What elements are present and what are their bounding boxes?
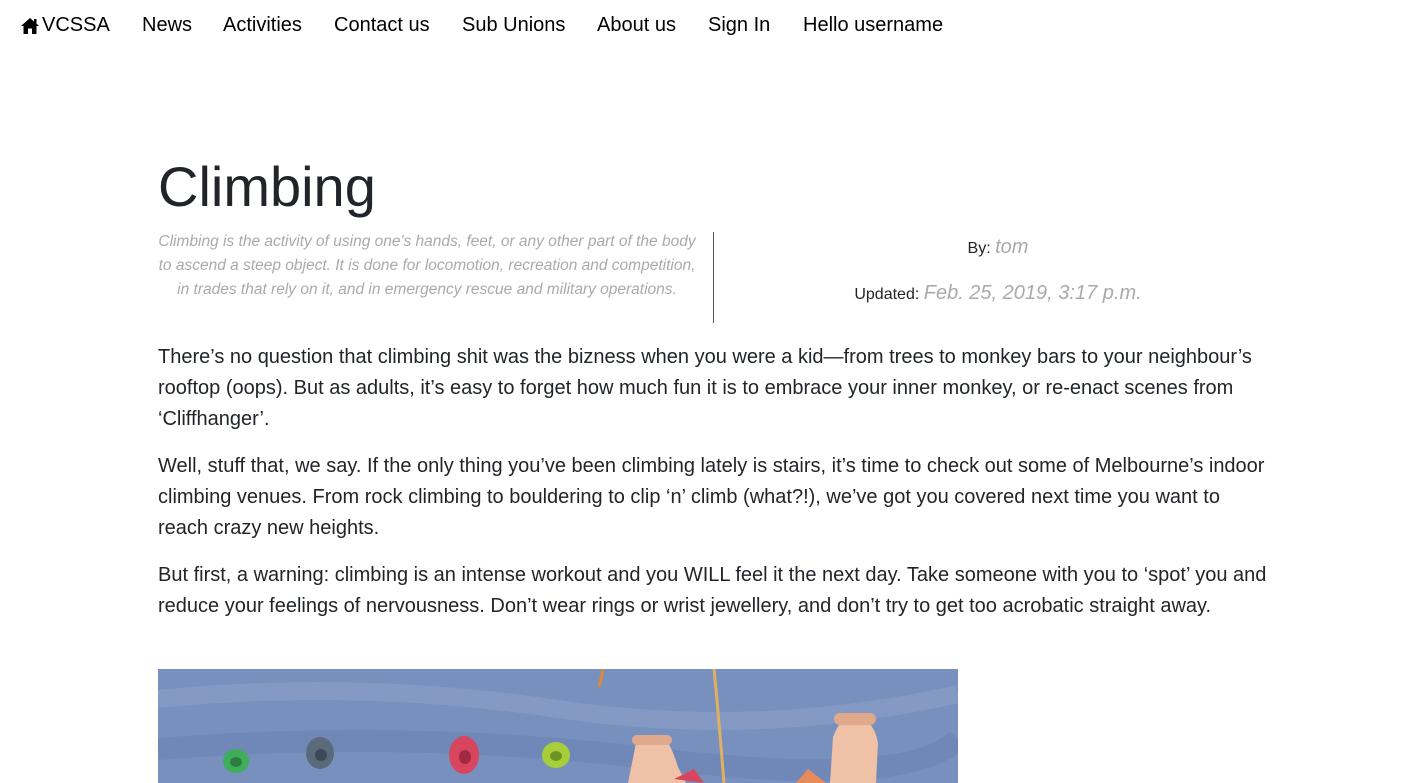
author-label: By: [967, 240, 991, 257]
climbing-wall-photo [158, 669, 958, 783]
nav-sub-unions[interactable]: Sub Unions [462, 14, 565, 37]
author-name: tom [995, 236, 1029, 258]
article-paragraph: There’s no question that climbing shit w… [158, 346, 1252, 430]
nav-user-greeting[interactable]: Hello username [803, 14, 943, 37]
article-summary: Climbing is the activity of using one's … [158, 233, 696, 298]
home-icon [21, 17, 39, 34]
updated-timestamp: Feb. 25, 2019, 3:17 p.m. [923, 282, 1142, 304]
nav-sign-in[interactable]: Sign In [708, 14, 770, 37]
updated-line: Updated: Feb. 25, 2019, 3:17 p.m. [714, 282, 1282, 305]
climbing-wall-illustration [158, 669, 958, 783]
top-navbar: VCSSA News Activities Contact us Sub Uni… [0, 0, 1425, 52]
author-line: By: tom [714, 236, 1282, 259]
nav-news[interactable]: News [142, 14, 192, 37]
page-title: Climbing [158, 155, 376, 218]
nav-activities[interactable]: Activities [223, 14, 302, 37]
nav-contact-us[interactable]: Contact us [334, 14, 430, 37]
brand-label: VCSSA [42, 14, 110, 36]
updated-label: Updated: [854, 286, 920, 303]
article-paragraph: But first, a warning: climbing is an int… [158, 564, 1267, 617]
article-paragraph: Well, stuff that, we say. If the only th… [158, 455, 1265, 539]
brand-home-link[interactable]: VCSSA [20, 14, 110, 37]
nav-about-us[interactable]: About us [597, 14, 676, 37]
